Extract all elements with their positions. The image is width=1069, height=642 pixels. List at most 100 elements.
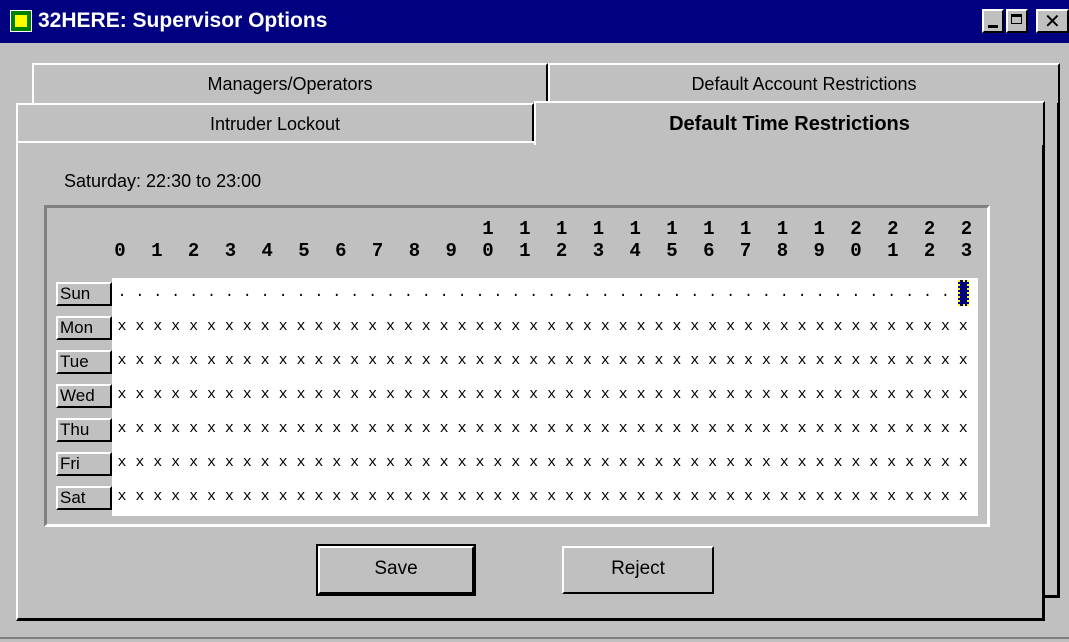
time-slot[interactable]: x xyxy=(113,480,131,514)
time-slot[interactable]: x xyxy=(650,446,668,480)
time-slot[interactable]: . xyxy=(704,276,722,310)
time-slot[interactable]: x xyxy=(668,446,686,480)
time-slot[interactable]: x xyxy=(328,446,346,480)
time-slot[interactable]: x xyxy=(489,412,507,446)
time-slot[interactable]: x xyxy=(632,310,650,344)
time-slot[interactable]: x xyxy=(686,310,704,344)
time-slot[interactable]: x xyxy=(310,412,328,446)
time-slot[interactable]: x xyxy=(543,412,561,446)
minimize-button[interactable] xyxy=(982,9,1004,33)
time-slot[interactable]: x xyxy=(865,310,883,344)
time-slot[interactable]: x xyxy=(435,412,453,446)
maximize-button[interactable] xyxy=(1006,9,1028,33)
time-slot[interactable]: x xyxy=(346,412,364,446)
time-slot[interactable]: x xyxy=(435,480,453,514)
time-slot[interactable]: . xyxy=(310,276,328,310)
time-slot[interactable]: x xyxy=(149,310,167,344)
time-slot[interactable]: x xyxy=(256,480,274,514)
time-slot[interactable]: x xyxy=(829,344,847,378)
time-slot[interactable]: x xyxy=(686,378,704,412)
time-slot[interactable]: x xyxy=(525,446,543,480)
time-slot[interactable]: x xyxy=(650,412,668,446)
time-slot[interactable]: x xyxy=(578,310,596,344)
time-slot[interactable]: . xyxy=(292,276,310,310)
time-slot[interactable]: x xyxy=(650,378,668,412)
time-slot[interactable]: x xyxy=(954,378,972,412)
time-slot[interactable]: x xyxy=(328,344,346,378)
time-slot[interactable]: x xyxy=(578,344,596,378)
time-slot[interactable]: x xyxy=(310,310,328,344)
time-slot[interactable]: x xyxy=(131,310,149,344)
hour-header-13[interactable]: 13 xyxy=(588,218,608,264)
time-slot[interactable]: x xyxy=(668,412,686,446)
time-slot[interactable]: x xyxy=(489,378,507,412)
time-slot[interactable]: x xyxy=(614,310,632,344)
hour-header-9[interactable]: 9 xyxy=(441,218,461,264)
time-slot[interactable]: x xyxy=(220,480,238,514)
time-slot[interactable]: x xyxy=(238,446,256,480)
time-slot[interactable]: x xyxy=(274,378,292,412)
time-slot[interactable]: . xyxy=(543,276,561,310)
time-slot[interactable]: x xyxy=(668,480,686,514)
time-slot[interactable]: x xyxy=(793,412,811,446)
time-slot[interactable]: x xyxy=(668,344,686,378)
tab-default-account-restrictions[interactable]: Default Account Restrictions xyxy=(548,63,1060,103)
time-slot[interactable]: x xyxy=(811,310,829,344)
hour-header-1[interactable]: 1 xyxy=(147,218,167,264)
time-slot[interactable]: x xyxy=(775,446,793,480)
time-slot[interactable]: x xyxy=(238,344,256,378)
time-slot[interactable]: x xyxy=(453,446,471,480)
time-slot[interactable]: x xyxy=(847,480,865,514)
time-slot[interactable]: . xyxy=(578,276,596,310)
hour-header-6[interactable]: 6 xyxy=(331,218,351,264)
time-slot[interactable]: x xyxy=(167,446,185,480)
time-slot[interactable]: . xyxy=(256,276,274,310)
time-slot[interactable]: x xyxy=(256,446,274,480)
time-slot[interactable]: x xyxy=(328,412,346,446)
time-slot[interactable]: x xyxy=(686,480,704,514)
time-slot[interactable]: x xyxy=(632,480,650,514)
time-slot[interactable]: x xyxy=(740,310,758,344)
time-slot[interactable]: . xyxy=(650,276,668,310)
time-slot[interactable]: x xyxy=(775,378,793,412)
save-button[interactable]: Save xyxy=(316,544,476,596)
hour-header-4[interactable]: 4 xyxy=(257,218,277,264)
hour-header-5[interactable]: 5 xyxy=(294,218,314,264)
time-slot[interactable]: x xyxy=(364,480,382,514)
time-slot[interactable]: x xyxy=(185,446,203,480)
time-slot[interactable]: x xyxy=(471,378,489,412)
time-slot[interactable]: x xyxy=(453,310,471,344)
time-slot[interactable]: x xyxy=(722,378,740,412)
time-slot[interactable]: x xyxy=(417,446,435,480)
time-slot[interactable]: x xyxy=(614,344,632,378)
time-slot[interactable]: x xyxy=(847,344,865,378)
time-slot[interactable]: x xyxy=(811,412,829,446)
time-slot[interactable]: . xyxy=(507,276,525,310)
time-slot[interactable]: . xyxy=(775,276,793,310)
time-slot[interactable]: x xyxy=(167,344,185,378)
time-slot[interactable]: x xyxy=(901,480,919,514)
time-slot[interactable]: x xyxy=(113,446,131,480)
time-slot[interactable]: x xyxy=(865,378,883,412)
time-slot[interactable]: x xyxy=(722,344,740,378)
time-slot[interactable]: x xyxy=(328,310,346,344)
time-slot[interactable]: . xyxy=(364,276,382,310)
time-slot[interactable]: x xyxy=(471,446,489,480)
time-slot[interactable]: x xyxy=(453,378,471,412)
time-slot[interactable]: x xyxy=(883,446,901,480)
time-slot[interactable]: x xyxy=(757,480,775,514)
time-slot[interactable]: x xyxy=(453,412,471,446)
time-slot[interactable]: x xyxy=(310,378,328,412)
time-slot[interactable]: x xyxy=(614,378,632,412)
time-slot[interactable]: x xyxy=(220,378,238,412)
time-slot[interactable]: x xyxy=(274,446,292,480)
time-slot[interactable]: x xyxy=(399,344,417,378)
time-slot[interactable]: x xyxy=(543,310,561,344)
time-slot[interactable]: x xyxy=(543,344,561,378)
time-slot[interactable]: x xyxy=(185,310,203,344)
time-slot[interactable]: x xyxy=(507,446,525,480)
time-slot[interactable]: x xyxy=(757,412,775,446)
time-slot[interactable]: x xyxy=(740,412,758,446)
time-slot[interactable]: x xyxy=(811,480,829,514)
time-slot[interactable]: x xyxy=(722,310,740,344)
